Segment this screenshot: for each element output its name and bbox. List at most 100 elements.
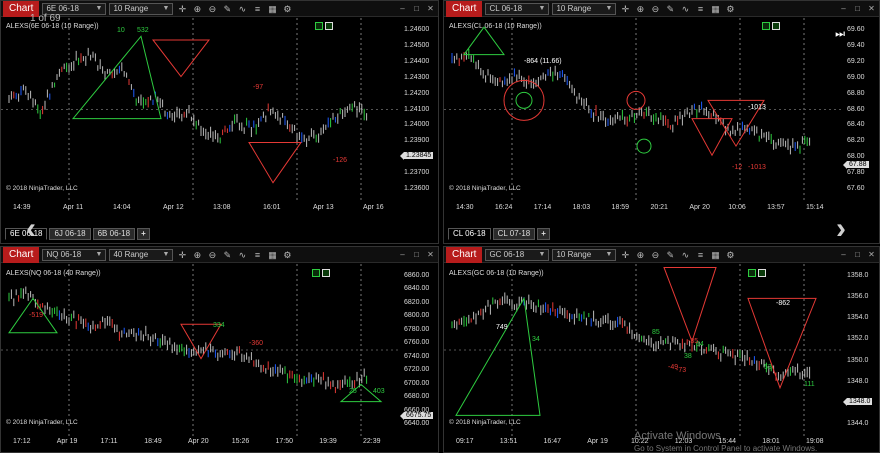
close-icon[interactable]: ✕ bbox=[866, 3, 877, 14]
minimize-icon[interactable]: – bbox=[838, 249, 849, 260]
price-axis[interactable]: 1358.01356.01354.01352.01350.01348.01346… bbox=[842, 264, 879, 436]
status-square bbox=[322, 269, 330, 277]
zoom-out-icon[interactable]: ⊖ bbox=[649, 249, 661, 261]
zoom-out-icon[interactable]: ⊖ bbox=[206, 3, 218, 15]
properties-icon[interactable]: ⚙ bbox=[281, 3, 293, 15]
chevron-down-icon: ▼ bbox=[605, 5, 613, 12]
chart-titlebar: Chart CL 06-18 ▼ 10 Range ▼ ✛ ⊕ ⊖ ✎ ∿ ≡ ▦ … bbox=[444, 1, 879, 17]
status-square bbox=[758, 269, 766, 277]
instrument-value: NQ 06-18 bbox=[46, 250, 82, 259]
price-canvas[interactable] bbox=[444, 264, 844, 436]
status-square bbox=[748, 269, 756, 277]
price-axis[interactable]: 6860.00 6840.00 6820.00 6800.00 6780.00 6760.… bbox=[399, 264, 438, 436]
instrument-tab[interactable]: 6J 06-18 bbox=[49, 228, 91, 240]
minimize-icon[interactable]: – bbox=[397, 3, 408, 14]
pencil-icon[interactable]: ✎ bbox=[664, 3, 676, 15]
zoom-in-icon[interactable]: ⊕ bbox=[634, 249, 646, 261]
minimize-icon[interactable]: – bbox=[838, 3, 849, 14]
minimize-icon[interactable]: – bbox=[397, 249, 408, 260]
price-plot[interactable] bbox=[444, 264, 844, 436]
list-icon[interactable]: ≡ bbox=[694, 249, 706, 261]
properties-icon[interactable]: ⚙ bbox=[724, 3, 736, 15]
indicator-icon[interactable]: ∿ bbox=[236, 249, 248, 261]
chevron-down-icon: ▼ bbox=[538, 251, 546, 258]
indicator-icon[interactable]: ∿ bbox=[679, 3, 691, 15]
time-axis[interactable]: 14:39 Apr 11 14:04 Apr 12 13:08 16:01 Apr 13 Ap… bbox=[1, 203, 401, 215]
chevron-right-icon[interactable]: › bbox=[836, 212, 846, 246]
pattern-circle bbox=[636, 138, 652, 154]
list-icon[interactable]: ≡ bbox=[251, 3, 263, 15]
pencil-icon[interactable]: ✎ bbox=[221, 3, 233, 15]
properties-icon[interactable]: ⚙ bbox=[281, 249, 293, 261]
price-axis[interactable]: 69.60 69.40 69.20 69.00 68.80 68.60 68.40 68.20… bbox=[843, 18, 879, 201]
crosshair-icon[interactable]: ✛ bbox=[619, 3, 631, 15]
period-selector[interactable]: 10 Range ▼ bbox=[552, 248, 617, 261]
close-icon[interactable]: ✕ bbox=[425, 3, 436, 14]
period-selector[interactable]: 10 Range ▼ bbox=[552, 2, 617, 15]
price-canvas[interactable] bbox=[444, 18, 844, 201]
close-icon[interactable]: ✕ bbox=[425, 249, 436, 260]
price-tick-label: 6800.00 bbox=[404, 312, 430, 320]
crosshair-icon[interactable]: ✛ bbox=[176, 249, 188, 261]
status-square bbox=[772, 22, 780, 30]
instrument-selector[interactable]: CL 06-18 ▼ bbox=[485, 2, 550, 15]
time-tick-label: 13:08 bbox=[213, 204, 231, 211]
time-tick-label: 17:14 bbox=[533, 204, 552, 211]
instrument-selector[interactable]: GC 06-18 ▼ bbox=[485, 248, 550, 261]
zoom-out-icon[interactable]: ⊖ bbox=[206, 249, 218, 261]
instrument-tab[interactable]: 6B 06-18 bbox=[92, 228, 136, 240]
period-selector[interactable]: 40 Range ▼ bbox=[109, 248, 174, 261]
list-icon[interactable]: ≡ bbox=[251, 249, 263, 261]
instrument-selector[interactable]: NQ 06-18 ▼ bbox=[42, 248, 107, 261]
add-tab-button[interactable]: + bbox=[137, 228, 150, 240]
pattern-triangle bbox=[463, 26, 505, 56]
template-icon[interactable]: ▦ bbox=[709, 3, 721, 15]
maximize-icon[interactable]: □ bbox=[411, 3, 422, 14]
trade-annotation: -862 bbox=[776, 300, 791, 308]
price-tick-label: 1.24100 bbox=[404, 105, 430, 113]
trade-annotation: -73 bbox=[676, 367, 687, 375]
indicator-icon[interactable]: ∿ bbox=[236, 3, 248, 15]
properties-icon[interactable]: ⚙ bbox=[724, 249, 736, 261]
chart-panel-gc[interactable]: Chart GC 06-18 ▼ 10 Range ▼ ✛ ⊕ ⊖ ✎ ∿ ≡ ▦ … bbox=[443, 246, 880, 453]
period-selector[interactable]: 10 Range ▼ bbox=[109, 2, 174, 15]
instrument-value: GC 06-18 bbox=[489, 250, 525, 259]
time-axis[interactable]: 17:12 Apr 19 17:11 18:49 Apr 20 15:26 17:50 19:… bbox=[1, 437, 401, 449]
maximize-icon[interactable]: □ bbox=[852, 249, 863, 260]
chevron-left-icon[interactable]: ‹ bbox=[26, 212, 36, 246]
price-axis[interactable]: 1.24600 1.24500 1.24400 1.24300 1.24200 1.241… bbox=[399, 18, 438, 201]
template-icon[interactable]: ▦ bbox=[266, 249, 278, 261]
time-tick-label: 18:59 bbox=[611, 204, 630, 211]
instrument-tab[interactable]: CL 07-18 bbox=[492, 228, 536, 240]
add-tab-button[interactable]: + bbox=[537, 228, 550, 240]
zoom-in-icon[interactable]: ⊕ bbox=[634, 3, 646, 15]
list-icon[interactable]: ≡ bbox=[694, 3, 706, 15]
zoom-in-icon[interactable]: ⊕ bbox=[191, 249, 203, 261]
price-canvas[interactable] bbox=[1, 264, 401, 436]
price-plot[interactable] bbox=[1, 264, 401, 436]
window-controls: – □ ✕ bbox=[397, 3, 436, 14]
template-icon[interactable]: ▦ bbox=[709, 249, 721, 261]
pencil-icon[interactable]: ✎ bbox=[664, 249, 676, 261]
zoom-out-icon[interactable]: ⊖ bbox=[649, 3, 661, 15]
maximize-icon[interactable]: □ bbox=[852, 3, 863, 14]
close-icon[interactable]: ✕ bbox=[866, 249, 877, 260]
price-canvas[interactable] bbox=[1, 18, 401, 201]
chart-panel-6e[interactable]: Chart 6E 06-18 ▼ 10 Range ▼ ✛ ⊕ ⊖ ✎ ∿ ≡ ▦ … bbox=[0, 0, 439, 244]
price-tick-label: 1.24500 bbox=[404, 41, 430, 49]
indicator-icon[interactable]: ∿ bbox=[679, 249, 691, 261]
template-icon[interactable]: ▦ bbox=[266, 3, 278, 15]
instrument-tab[interactable]: CL 06-18 bbox=[448, 228, 491, 240]
price-plot[interactable] bbox=[1, 18, 401, 201]
time-axis[interactable]: 14:30 16:24 17:14 18:03 18:59 20:21 Apr 20 10:0… bbox=[444, 203, 844, 215]
chart-panel-cl[interactable]: Chart CL 06-18 ▼ 10 Range ▼ ✛ ⊕ ⊖ ✎ ∿ ≡ ▦ … bbox=[443, 0, 880, 244]
chart-panel-nq[interactable]: Chart NQ 06-18 ▼ 40 Range ▼ ✛ ⊕ ⊖ ✎ ∿ ≡ ▦ … bbox=[0, 246, 439, 453]
zoom-in-icon[interactable]: ⊕ bbox=[191, 3, 203, 15]
price-tick-label: 1352.0 bbox=[847, 335, 869, 343]
crosshair-icon[interactable]: ✛ bbox=[176, 3, 188, 15]
price-plot[interactable] bbox=[444, 18, 844, 201]
crosshair-icon[interactable]: ✛ bbox=[619, 249, 631, 261]
maximize-icon[interactable]: □ bbox=[411, 249, 422, 260]
pencil-icon[interactable]: ✎ bbox=[221, 249, 233, 261]
trade-annotation: 38 bbox=[684, 353, 692, 361]
